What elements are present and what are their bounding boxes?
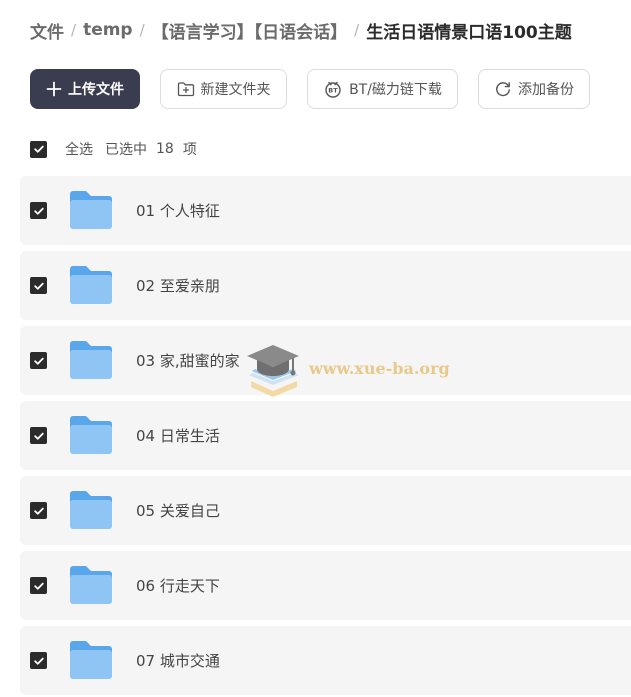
file-row[interactable]: 03 家,甜蜜的家 <box>20 326 631 395</box>
row-checkbox[interactable] <box>30 202 47 219</box>
bt-icon: BT <box>323 80 343 98</box>
folder-icon <box>68 414 114 460</box>
sync-icon <box>494 80 512 98</box>
new-folder-label: 新建文件夹 <box>200 82 271 98</box>
check-icon <box>33 207 44 215</box>
breadcrumb-current-folder: 生活日语情景口语100主题 <box>366 22 572 43</box>
check-icon <box>33 432 44 440</box>
folder-icon <box>68 639 114 685</box>
add-backup-button[interactable]: 添加备份 <box>478 69 590 109</box>
check-icon <box>33 582 44 590</box>
file-name[interactable]: 06 行走天下 <box>136 575 220 596</box>
check-icon <box>33 145 44 153</box>
file-name[interactable]: 04 日常生活 <box>136 425 220 446</box>
folder-icon <box>68 264 114 310</box>
file-name[interactable]: 02 至爱亲朋 <box>136 275 220 296</box>
breadcrumb-separator: / <box>139 21 145 39</box>
file-name[interactable]: 07 城市交通 <box>136 650 220 671</box>
row-checkbox[interactable] <box>30 277 47 294</box>
upload-file-button[interactable]: 上传文件 <box>30 69 140 109</box>
file-row[interactable]: 01 个人特征 <box>20 176 631 245</box>
file-row[interactable]: 07 城市交通 <box>20 626 631 695</box>
folder-icon <box>68 564 114 610</box>
row-checkbox[interactable] <box>30 652 47 669</box>
selected-label: 已选中 <box>105 142 147 158</box>
folder-icon <box>68 489 114 535</box>
select-all-label[interactable]: 全选 <box>65 139 93 159</box>
check-icon <box>33 657 44 665</box>
file-name[interactable]: 01 个人特征 <box>136 200 220 221</box>
new-folder-button[interactable]: 新建文件夹 <box>160 69 287 109</box>
folder-icon <box>68 339 114 385</box>
folder-icon <box>68 189 114 235</box>
row-checkbox[interactable] <box>30 352 47 369</box>
file-row[interactable]: 06 行走天下 <box>20 551 631 620</box>
bt-magnet-download-label: BT/磁力链下载 <box>349 82 442 98</box>
upload-file-label: 上传文件 <box>68 82 124 98</box>
row-checkbox[interactable] <box>30 502 47 519</box>
file-row[interactable]: 05 关爱自己 <box>20 476 631 545</box>
folder-plus-icon <box>177 81 195 97</box>
row-checkbox[interactable] <box>30 427 47 444</box>
plus-icon <box>46 81 62 97</box>
add-backup-label: 添加备份 <box>518 82 574 98</box>
selected-unit: 项 <box>182 142 197 158</box>
check-icon <box>33 507 44 515</box>
file-row[interactable]: 02 至爱亲朋 <box>20 251 631 320</box>
breadcrumb-separator: / <box>354 21 360 39</box>
bt-magnet-download-button[interactable]: BT BT/磁力链下载 <box>307 69 458 109</box>
selection-bar: 全选 已选中 18 项 <box>30 139 197 159</box>
check-icon <box>33 282 44 290</box>
file-name[interactable]: 03 家,甜蜜的家 <box>136 350 240 371</box>
file-row[interactable]: 04 日常生活 <box>20 401 631 470</box>
row-checkbox[interactable] <box>30 577 47 594</box>
check-icon <box>33 357 44 365</box>
breadcrumb-item-files[interactable]: 文件 <box>30 18 64 43</box>
breadcrumb-item-language-learning[interactable]: 【语言学习】【日语会话】 <box>152 18 348 43</box>
breadcrumb-item-temp[interactable]: temp <box>83 20 133 40</box>
selected-count: 18 <box>156 141 174 157</box>
svg-text:BT: BT <box>328 87 338 95</box>
breadcrumb: 文件 / temp / 【语言学习】【日语会话】 / 生活日语情景口语100主题 <box>30 17 572 43</box>
breadcrumb-separator: / <box>71 21 77 39</box>
select-all-checkbox[interactable] <box>30 140 47 158</box>
file-name[interactable]: 05 关爱自己 <box>136 500 220 521</box>
